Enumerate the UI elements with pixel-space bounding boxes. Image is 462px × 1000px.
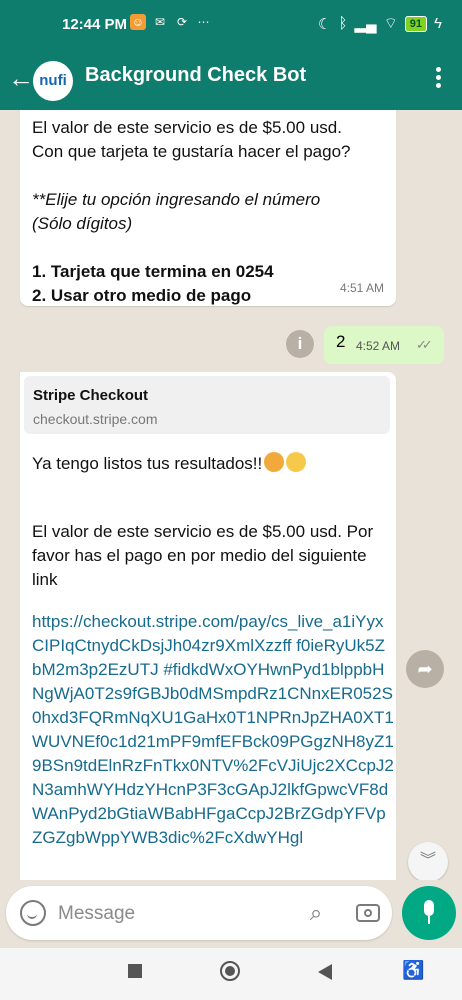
camera-icon[interactable] [356, 904, 380, 922]
accessibility-icon[interactable]: ♿ [402, 960, 424, 982]
scroll-down-icon[interactable]: ︾ [408, 842, 448, 880]
forward-icon[interactable]: ➦ [406, 650, 444, 688]
chat-area[interactable]: El valor de este servicio es de $5.00 us… [0, 110, 462, 880]
message-text: El valor de este servicio es de $5.00 us… [32, 118, 342, 137]
emoji-icon[interactable] [20, 900, 46, 926]
notification-icons: ☺ ✉ ⟳ ⋯ [130, 14, 212, 30]
system-nav-bar: ♿ [0, 948, 462, 1000]
message-text: Ya tengo listos tus resultados!! [32, 454, 263, 473]
signal-icon: ▂▄ [354, 15, 377, 33]
message-text: 2 [336, 332, 346, 351]
battery-icon: 91 [404, 15, 428, 32]
app-notification-icon: ☺ [130, 14, 146, 30]
back-arrow-icon[interactable]: ← [8, 64, 34, 94]
link-preview[interactable]: Stripe Checkout checkout.stripe.com [24, 376, 390, 434]
message-time: 4:51 AM [339, 281, 384, 295]
mail-icon: ✉ [154, 15, 166, 29]
message-text: Con que tarjeta te gustaría hacer el pag… [32, 142, 351, 161]
checkout-link[interactable]: https://checkout.stripe.com/pay/cs_live_… [32, 610, 394, 850]
message-text: El valor de este servicio es de $5.00 us… [32, 522, 374, 589]
message-time: 4:52 AM [356, 339, 401, 353]
status-bar: 12:44 PM ☺ ✉ ⟳ ⋯ ☾ ᛒ ▂▄ ⌔ 91 ϟ [0, 0, 462, 50]
message-text: (Sólo dígitos) [32, 214, 133, 233]
bluetooth-icon: ᛒ [338, 15, 348, 32]
incoming-message[interactable]: Stripe Checkout checkout.stripe.com Ya t… [20, 372, 396, 880]
preview-url: checkout.stripe.com [33, 411, 158, 427]
option-item: 1. Tarjeta que termina en 0254 [32, 262, 274, 281]
message-composer: ⌕ [6, 886, 392, 940]
dnd-moon-icon: ☾ [318, 15, 332, 33]
charging-icon: ϟ [434, 15, 442, 32]
party-popper-icon [264, 452, 285, 472]
mic-button[interactable] [402, 886, 456, 940]
system-icons: ☾ ᛒ ▂▄ ⌔ 91 ϟ [318, 14, 442, 33]
chat-title[interactable]: Background Check Bot [85, 64, 306, 87]
message-text: **Elije tu opción ingresando el número [32, 190, 321, 209]
incoming-message[interactable]: El valor de este servicio es de $5.00 us… [20, 110, 396, 306]
outgoing-message[interactable]: 2 4:52 AM ✓✓ [324, 326, 444, 364]
more-notifications-icon: ⋯ [197, 15, 211, 29]
status-time: 12:44 PM [62, 16, 128, 33]
party-face-icon [286, 452, 307, 472]
message-line: Ya tengo listos tus resultados!! [32, 452, 392, 476]
home-icon[interactable] [220, 961, 240, 981]
read-check-icon: ✓✓ [416, 337, 433, 352]
option-item: 2. Usar otro medio de pago [32, 286, 252, 305]
preview-title: Stripe Checkout [33, 387, 149, 404]
avatar[interactable]: nufi [33, 61, 73, 101]
chat-header: ← nufi Background Check Bot [0, 50, 462, 110]
info-icon[interactable]: i [286, 330, 314, 358]
attach-icon[interactable]: ⌕ [304, 900, 328, 926]
overflow-menu-icon[interactable] [432, 64, 444, 94]
recents-icon[interactable] [128, 964, 142, 978]
wifi-icon: ⌔ [383, 15, 398, 32]
sync-icon: ⟳ [176, 15, 188, 29]
message-input[interactable] [56, 894, 290, 934]
nav-back-icon[interactable] [318, 964, 332, 980]
